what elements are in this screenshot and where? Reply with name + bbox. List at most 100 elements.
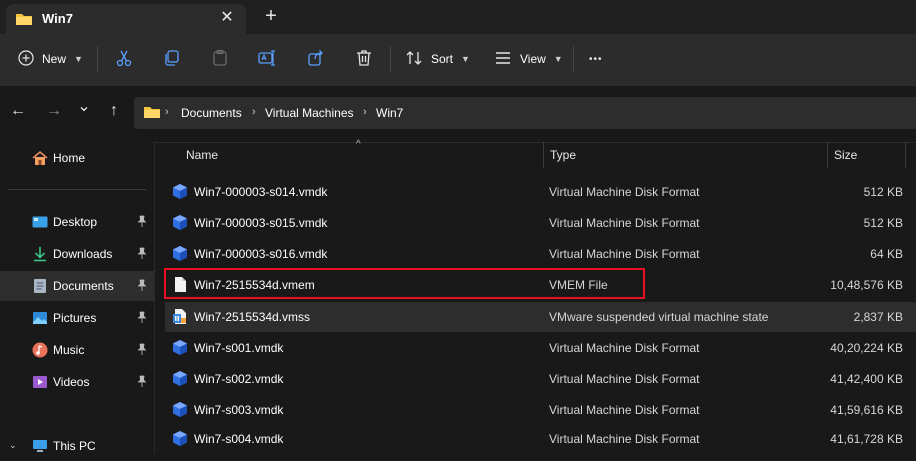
copy-icon [163, 49, 181, 70]
pin-icon [137, 279, 147, 294]
file-size: 64 KB [870, 247, 903, 261]
file-type: Virtual Machine Disk Format [549, 216, 700, 230]
toolbar-divider [573, 46, 574, 72]
chevron-down-icon: ▼ [553, 54, 563, 64]
chevron-down-icon[interactable]: ⌄ [9, 440, 17, 451]
vmdk-icon [172, 183, 188, 200]
file-row[interactable]: Win7-s001.vmdk Virtual Machine Disk Form… [165, 333, 916, 363]
breadcrumb-virtual-machines[interactable]: Virtual Machines [265, 106, 354, 120]
column-name[interactable]: Name [186, 148, 218, 162]
sidebar-item-label: Videos [53, 375, 90, 389]
file-name: Win7-000003-s016.vmdk [194, 247, 328, 261]
file-name: Win7-s002.vmdk [194, 372, 284, 386]
breadcrumb-win7[interactable]: Win7 [376, 106, 403, 120]
vmdk-icon [172, 430, 188, 447]
column-size[interactable]: Size [834, 148, 857, 162]
column-divider[interactable] [543, 142, 544, 168]
rename-icon [258, 49, 276, 70]
address-bar[interactable]: › Documents › Virtual Machines › Win7 [134, 97, 916, 129]
download-icon [32, 246, 48, 262]
sidebar-item-label: Pictures [53, 311, 97, 325]
delete-icon [355, 49, 373, 70]
title-bar: Win7 ✕ + [0, 0, 916, 34]
file-size: 512 KB [863, 185, 903, 199]
breadcrumb-separator: › [252, 106, 256, 118]
sidebar-item-label: Documents [53, 279, 114, 293]
file-type: Virtual Machine Disk Format [549, 403, 700, 417]
pane-divider[interactable] [154, 142, 155, 454]
sidebar-item-downloads[interactable]: Downloads [0, 239, 154, 269]
back-button[interactable]: ← [7, 100, 29, 122]
videos-icon [32, 374, 48, 390]
sidebar-item-this-pc[interactable]: ⌄ This PC [0, 431, 154, 461]
file-row[interactable]: Win7-s004.vmdk Virtual Machine Disk Form… [165, 424, 916, 454]
vmdk-icon [172, 214, 188, 231]
forward-button[interactable]: → [43, 100, 65, 122]
breadcrumb-separator: › [363, 106, 367, 118]
copy-button[interactable] [163, 44, 181, 74]
computer-icon [32, 438, 48, 454]
new-label: New [42, 52, 67, 66]
column-divider[interactable] [905, 142, 906, 168]
view-button[interactable]: View ▼ [494, 44, 563, 74]
file-row[interactable]: Win7-s002.vmdk Virtual Machine Disk Form… [165, 364, 916, 394]
sidebar-item-pictures[interactable]: Pictures [0, 303, 154, 333]
column-type[interactable]: Type [550, 148, 576, 162]
pin-icon [137, 343, 147, 358]
file-type: Virtual Machine Disk Format [549, 341, 700, 355]
delete-button[interactable] [355, 44, 373, 74]
close-tab-icon[interactable]: ✕ [218, 9, 236, 27]
file-row[interactable]: Win7-s003.vmdk Virtual Machine Disk Form… [165, 395, 916, 425]
folder-icon [15, 12, 33, 29]
new-button[interactable]: New ▼ [18, 44, 83, 74]
file-type: Virtual Machine Disk Format [549, 432, 700, 446]
file-name: Win7-s004.vmdk [194, 432, 284, 446]
recent-locations-button[interactable]: ⌄ [73, 96, 95, 118]
file-row[interactable]: Win7-000003-s014.vmdk Virtual Machine Di… [165, 177, 916, 207]
more-icon[interactable]: ••• [589, 44, 603, 74]
pin-icon [137, 375, 147, 390]
view-icon [494, 49, 512, 70]
new-tab-button[interactable]: + [261, 6, 281, 26]
sidebar-item-home[interactable]: Home [0, 143, 154, 173]
breadcrumb-documents[interactable]: Documents [181, 106, 242, 120]
command-bar: New ▼ Sort ▼ View ▼ ••• [0, 34, 916, 86]
tab-win7[interactable]: Win7 ✕ [6, 4, 246, 34]
breadcrumb-separator: › [165, 106, 169, 118]
sidebar-item-label: This PC [53, 439, 96, 453]
vmdk-icon [172, 245, 188, 262]
file-row[interactable]: Win7-000003-s015.vmdk Virtual Machine Di… [165, 208, 916, 238]
sidebar-item-music[interactable]: Music [0, 335, 154, 365]
file-type: Virtual Machine Disk Format [549, 185, 700, 199]
navigation-pane: Home Desktop Downloads Documents Picture… [0, 142, 154, 454]
sidebar-item-label: Music [53, 343, 85, 357]
file-size: 41,61,728 KB [830, 432, 903, 446]
file-size: 512 KB [863, 216, 903, 230]
share-button[interactable] [307, 44, 325, 74]
file-name: Win7-000003-s014.vmdk [194, 185, 328, 199]
up-button[interactable]: ↑ [103, 100, 125, 122]
column-divider[interactable] [827, 142, 828, 168]
cut-button[interactable] [115, 44, 133, 74]
home-icon [32, 150, 48, 166]
view-label: View [520, 52, 546, 66]
sidebar-divider [8, 189, 146, 190]
chevron-down-icon: ▼ [74, 54, 83, 64]
file-type: VMware suspended virtual machine state [549, 310, 769, 324]
sidebar-item-label: Desktop [53, 215, 98, 229]
file-size: 2,837 KB [853, 310, 903, 324]
sidebar-item-videos[interactable]: Videos [0, 367, 154, 397]
sort-icon [405, 49, 423, 70]
sidebar-item-label: Downloads [53, 247, 113, 261]
file-row[interactable]: Win7-2515534d.vmss VMware suspended virt… [165, 302, 916, 332]
file-row[interactable]: Win7-000003-s016.vmdk Virtual Machine Di… [165, 239, 916, 269]
rename-button[interactable] [258, 44, 276, 74]
sidebar-item-desktop[interactable]: Desktop [0, 207, 154, 237]
pin-icon [137, 311, 147, 326]
file-size: 10,48,576 KB [830, 278, 903, 292]
sort-button[interactable]: Sort ▼ [405, 44, 470, 74]
vmss-icon [172, 308, 188, 325]
toolbar-divider [97, 46, 98, 72]
paste-button[interactable] [211, 44, 229, 74]
sidebar-item-documents[interactable]: Documents [0, 271, 154, 301]
